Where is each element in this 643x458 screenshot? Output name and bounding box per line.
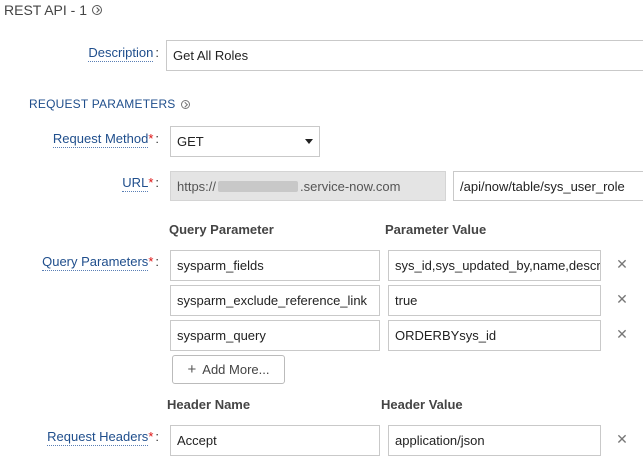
remove-row-close-icon[interactable]: ✕ [615, 326, 629, 343]
remove-row-close-icon[interactable]: ✕ [615, 431, 629, 448]
query-param-value-value: true [395, 293, 418, 308]
request-parameters-section: REQUEST PARAMETERS [29, 97, 190, 111]
header-value-input[interactable]: application/json [388, 425, 601, 456]
query-param-value-input[interactable]: ORDERBYsys_id [388, 320, 601, 351]
query-param-name-value: sysparm_fields [177, 258, 264, 273]
page-title: REST API - 1 [4, 2, 102, 18]
description-input[interactable]: Get All Roles [166, 40, 643, 71]
url-colon: : [155, 175, 159, 190]
description-value: Get All Roles [173, 48, 249, 63]
query-param-name-value: sysparm_exclude_reference_link [177, 293, 368, 308]
caret-down-icon [305, 139, 313, 144]
required-mark: * [148, 429, 154, 444]
header-value-column-header: Header Value [381, 397, 463, 412]
request-method-label-text: Request Method [52, 131, 149, 148]
query-param-name-input[interactable]: sysparm_fields [170, 250, 380, 281]
request-headers-label-text: Request Headers [47, 429, 149, 446]
url-host-prefix: https:// [177, 178, 217, 194]
redacted-instance [218, 180, 299, 192]
add-more-button[interactable]: + Add More... [172, 355, 285, 384]
query-param-value-value: sys_id,sys_updated_by,name,description [395, 258, 601, 273]
query-parameters-label: Query Parameters*: [42, 254, 159, 271]
parameter-value-column-header: Parameter Value [385, 222, 487, 237]
query-param-value-value: ORDERBYsys_id [395, 328, 497, 343]
query-param-name-input[interactable]: sysparm_query [170, 320, 380, 351]
request-method-label: Request Method*: [52, 131, 159, 148]
request-headers-colon: : [155, 429, 159, 444]
url-host-suffix: .service-now.com [300, 178, 401, 194]
required-mark: * [148, 254, 154, 269]
query-parameters-colon: : [155, 254, 159, 269]
url-path-input[interactable]: /api/now/table/sys_user_role [453, 171, 643, 201]
url-path-value: /api/now/table/sys_user_role [460, 178, 625, 194]
required-mark: * [148, 175, 154, 190]
section-title: REQUEST PARAMETERS [29, 97, 176, 111]
query-param-name-value: sysparm_query [177, 328, 266, 343]
header-name-value: Accept [177, 433, 217, 448]
plus-icon: + [187, 361, 197, 378]
required-mark: * [148, 131, 154, 146]
description-label-text: Description [88, 45, 154, 62]
query-parameters-label-text: Query Parameters [42, 254, 149, 271]
header-value-value: application/json [395, 433, 485, 448]
header-name-column-header: Header Name [167, 397, 251, 412]
request-method-select[interactable]: GET [170, 126, 320, 157]
query-parameter-column-header: Query Parameter [169, 222, 274, 237]
chevron-right-circle-icon[interactable] [92, 5, 102, 15]
url-host-field: https:// .service-now.com [170, 171, 446, 201]
url-label-text: URL [122, 175, 149, 192]
title-text: REST API - 1 [4, 2, 87, 18]
add-more-label: Add More... [202, 362, 270, 377]
remove-row-close-icon[interactable]: ✕ [615, 256, 629, 273]
url-label: URL*: [122, 175, 159, 192]
chevron-right-circle-icon[interactable] [180, 99, 190, 109]
query-param-name-input[interactable]: sysparm_exclude_reference_link [170, 285, 380, 316]
request-method-value: GET [177, 134, 204, 149]
description-colon: : [155, 45, 159, 60]
header-name-input[interactable]: Accept [170, 425, 380, 456]
remove-row-close-icon[interactable]: ✕ [615, 291, 629, 308]
query-param-value-input[interactable]: true [388, 285, 601, 316]
description-label: Description: [88, 45, 159, 62]
query-param-value-input[interactable]: sys_id,sys_updated_by,name,description [388, 250, 601, 281]
request-headers-label: Request Headers*: [47, 429, 159, 446]
request-method-colon: : [155, 131, 159, 146]
